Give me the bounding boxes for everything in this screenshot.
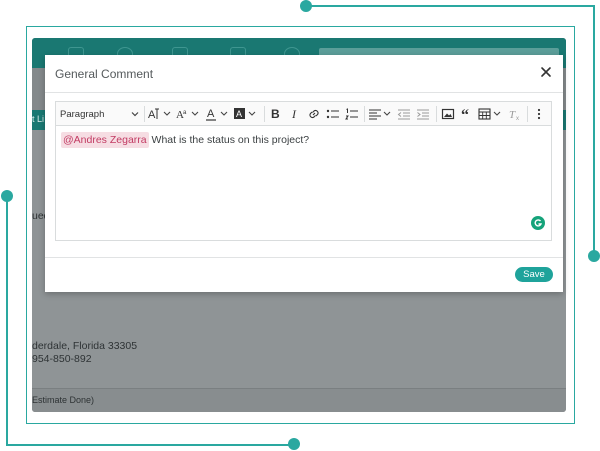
comment-content[interactable]: @Andres Zegarra What is the status on th… [61, 132, 310, 148]
insert-table-button[interactable] [478, 106, 504, 122]
svg-text:B: B [271, 107, 280, 121]
app-phone-line: 954-850-892 [32, 353, 92, 365]
bold-icon: B [271, 107, 280, 121]
toolbar-separator [527, 106, 528, 122]
bulleted-list-icon [326, 109, 339, 119]
font-color-icon: A [206, 108, 228, 121]
highlight-icon: A [234, 108, 256, 119]
app-tab-text: t Li [32, 114, 45, 124]
user-mention[interactable]: @Andres Zegarra [61, 132, 149, 148]
insert-image-button[interactable] [440, 106, 456, 122]
italic-icon: I [291, 107, 297, 121]
quote-icon: “ [461, 107, 469, 121]
svg-text:“: “ [461, 107, 469, 121]
app-address-line: derdale, Florida 33305 [32, 340, 138, 352]
connector-dot-top [300, 0, 312, 12]
svg-text:A: A [148, 109, 156, 121]
font-size-icon: A [148, 108, 171, 121]
toolbar-separator [364, 106, 365, 122]
app-footer-text: Estimate Done) [32, 395, 95, 405]
clear-format-icon: Tx [509, 109, 519, 121]
svg-text:I: I [291, 107, 297, 121]
link-icon [309, 109, 319, 119]
link-button[interactable] [306, 106, 322, 122]
more-vertical-icon [537, 108, 541, 120]
connector-dot-left [1, 190, 13, 202]
font-color-button[interactable]: A [206, 106, 232, 122]
save-button[interactable]: Save [515, 267, 553, 282]
font-size-button[interactable]: A [148, 106, 174, 122]
toolbar-separator [436, 106, 437, 122]
comment-editor[interactable]: Paragraph A Aa A A B I “ T x @Andres Zeg… [55, 101, 552, 241]
connector-dot-bottom [288, 438, 300, 450]
modal-title: General Comment [55, 67, 154, 81]
outdent-icon [397, 109, 410, 120]
grammarly-icon[interactable] [531, 216, 545, 230]
connector-line-left [6, 195, 8, 445]
close-icon[interactable] [538, 64, 554, 80]
toolbar-separator [144, 106, 145, 122]
outdent-button[interactable] [396, 106, 412, 122]
svg-text:A: A [236, 109, 242, 119]
svg-text:T: T [509, 109, 516, 121]
block-quote-button[interactable]: “ [459, 106, 475, 122]
app-footer: Estimate Done) [32, 388, 566, 412]
more-options-button[interactable] [532, 106, 546, 122]
numbered-list-button[interactable] [344, 106, 360, 122]
highlight-color-button[interactable]: A [233, 106, 261, 122]
connector-line-top [306, 5, 594, 7]
svg-text:A: A [207, 108, 215, 120]
font-family-icon: Aa [176, 109, 199, 121]
indent-button[interactable] [415, 106, 431, 122]
font-family-button[interactable]: Aa [176, 106, 202, 122]
paragraph-format-dropdown[interactable]: Paragraph [60, 106, 140, 122]
indent-icon [417, 109, 429, 120]
svg-text:x: x [516, 116, 519, 121]
general-comment-modal: General Comment Paragraph A Aa A A B I “… [45, 55, 563, 292]
toolbar-separator [264, 106, 265, 122]
table-icon [478, 108, 501, 120]
bold-button[interactable]: B [268, 106, 284, 122]
image-icon [441, 108, 455, 120]
comment-text: What is the status on this project? [148, 134, 310, 146]
italic-button[interactable]: I [287, 106, 303, 122]
modal-header-divider [45, 92, 563, 93]
editor-toolbar: Paragraph A Aa A A B I “ T x [56, 102, 551, 126]
numbered-list-icon [345, 108, 358, 120]
paragraph-format-label: Paragraph [60, 108, 105, 120]
remove-format-button[interactable]: Tx [507, 106, 523, 122]
modal-footer-divider [45, 257, 563, 258]
connector-dot-right [588, 250, 600, 262]
align-left-icon [369, 109, 391, 120]
connector-line-bottom [6, 444, 294, 446]
chevron-down-icon [131, 112, 139, 117]
alignment-button[interactable] [368, 106, 394, 122]
bulleted-list-button[interactable] [325, 106, 341, 122]
connector-line-right [593, 5, 595, 255]
svg-text:a: a [183, 110, 187, 116]
